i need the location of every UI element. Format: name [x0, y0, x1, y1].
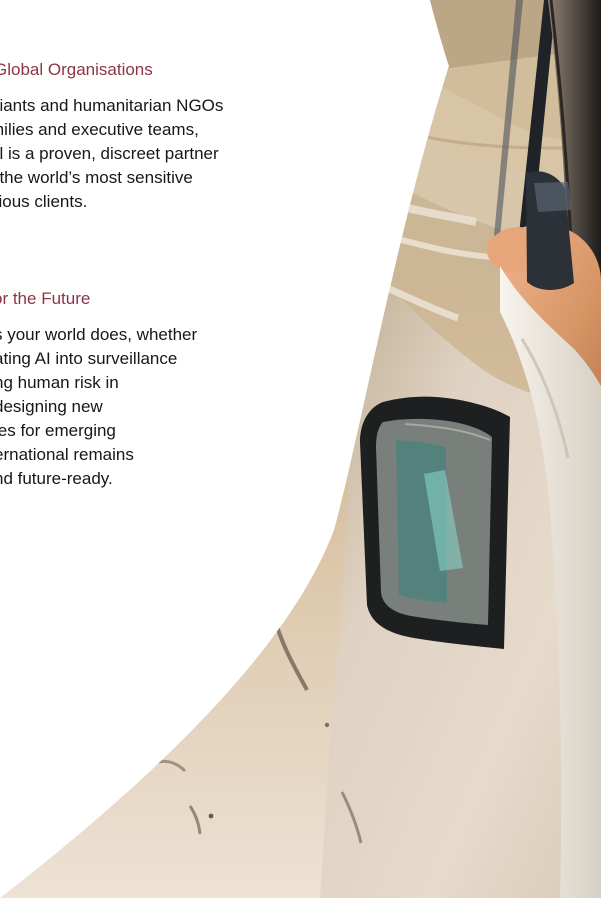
section-one-body-line: f the world’s most sensitive — [0, 168, 193, 187]
section-two-body-line: designing new — [0, 397, 103, 416]
section-heading-future: or the Future — [0, 289, 91, 308]
section-two-body-line: ies for emerging — [0, 421, 116, 440]
section-two-body-line: s your world does, whether — [0, 325, 198, 344]
section-two-body-line: ating AI into surveillance — [0, 349, 178, 368]
page: Global Organisations giants and humanita… — [0, 0, 601, 898]
section-one-body-line: al is a proven, discreet partner — [0, 144, 219, 163]
text-column: Global Organisations giants and humanita… — [0, 0, 460, 898]
section-two-body-line: ng human risk in — [0, 373, 119, 392]
section-body-global-organisations: giants and humanitarian NGOs milies and … — [0, 94, 223, 214]
section-heading-global-organisations: Global Organisations — [0, 60, 153, 79]
section-one-body-line: milies and executive teams, — [0, 120, 199, 139]
section-one-body-line: giants and humanitarian NGOs — [0, 96, 224, 115]
section-two-body-line: nd future-ready. — [0, 469, 113, 488]
section-body-future: s your world does, whether ating AI into… — [0, 323, 197, 491]
section-two-body-line: ernational remains — [0, 445, 134, 464]
section-one-body-line: cious clients. — [0, 192, 88, 211]
